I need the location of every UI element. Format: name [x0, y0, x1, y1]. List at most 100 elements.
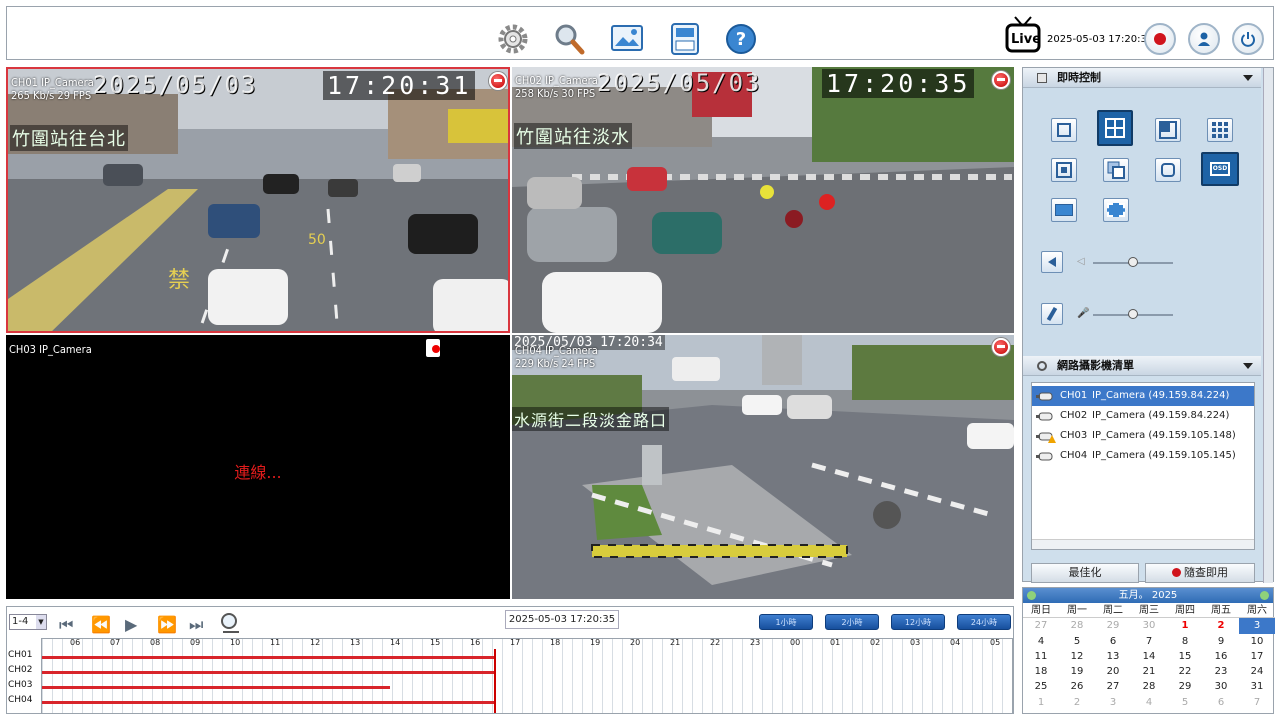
timeline-hour-label: 11: [270, 638, 281, 647]
timeline-recording-bar[interactable]: [42, 656, 494, 659]
play-icon[interactable]: ▶: [125, 615, 137, 634]
timeline-cursor[interactable]: [494, 649, 496, 713]
camera-view-ch03[interactable]: CH03 IP_Camera 連線...: [6, 335, 510, 599]
storage-icon[interactable]: [667, 21, 703, 57]
prev-month-icon[interactable]: [1027, 591, 1036, 600]
next-month-icon[interactable]: [1260, 591, 1269, 600]
camera-list-item[interactable]: CH03 IP_Camera (49.159.105.148): [1032, 426, 1254, 446]
calendar-day[interactable]: 30: [1131, 618, 1167, 633]
mic-button[interactable]: [1041, 303, 1063, 325]
panel-scrollbar[interactable]: [1263, 68, 1273, 583]
calendar-day[interactable]: 30: [1203, 679, 1239, 694]
camera-view-ch02[interactable]: 2025/05/03 17:20:35 竹圍站往淡水 CH02 IP_Camer…: [512, 67, 1014, 333]
range-button[interactable]: 2小時: [825, 614, 879, 630]
range-button[interactable]: 24小時: [957, 614, 1011, 630]
layout-4-button[interactable]: [1097, 110, 1133, 146]
calendar-day[interactable]: 3: [1095, 695, 1131, 710]
calendar-day[interactable]: 10: [1239, 634, 1275, 649]
calendar-day[interactable]: 21: [1131, 664, 1167, 679]
calendar-day[interactable]: 3: [1239, 618, 1275, 634]
search-icon[interactable]: [551, 21, 587, 57]
calendar-day[interactable]: 1: [1167, 618, 1203, 633]
horizontal-scrollbar[interactable]: [1032, 539, 1254, 549]
calendar-day[interactable]: 14: [1131, 649, 1167, 664]
layout-1-button[interactable]: [1051, 118, 1077, 142]
help-icon[interactable]: ?: [723, 21, 759, 57]
calendar-day[interactable]: 9: [1203, 634, 1239, 649]
camera-view-ch04[interactable]: 2025/05/03 17:20:34 水源街二段淡金路口 CH04 IP_Ca…: [512, 335, 1014, 599]
volume-slider-knob[interactable]: [1128, 257, 1138, 267]
calendar-day[interactable]: 6: [1203, 695, 1239, 710]
speaker-icon[interactable]: [1041, 251, 1063, 273]
calendar-day[interactable]: 27: [1023, 618, 1059, 633]
timeline-recording-bar[interactable]: [42, 671, 494, 674]
calendar-day[interactable]: 20: [1095, 664, 1131, 679]
channel-select[interactable]: 1-4 ▼: [9, 614, 47, 630]
calendar-day[interactable]: 6: [1095, 634, 1131, 649]
live-tv-icon[interactable]: Live: [1005, 15, 1041, 55]
calendar-day[interactable]: 31: [1239, 679, 1275, 694]
calendar-day[interactable]: 1: [1023, 695, 1059, 710]
instant-play-button[interactable]: 隨查即用: [1145, 563, 1255, 583]
calendar-day[interactable]: 13: [1095, 649, 1131, 664]
calendar-day[interactable]: 26: [1059, 679, 1095, 694]
film-button[interactable]: [1103, 198, 1129, 222]
screen-button[interactable]: [1051, 198, 1077, 222]
calendar-day[interactable]: 16: [1203, 649, 1239, 664]
calendar-day[interactable]: 11: [1023, 649, 1059, 664]
gear-icon[interactable]: [495, 21, 531, 57]
camera-view-ch01[interactable]: 禁 50 2025/05/03 17:20:31 竹圍站往台北 CH01 IP_…: [6, 67, 510, 333]
calendar-day[interactable]: 24: [1239, 664, 1275, 679]
calendar-day[interactable]: 2: [1203, 618, 1239, 633]
camera-list-item[interactable]: CH01 IP_Camera (49.159.84.224): [1032, 386, 1254, 406]
calendar-day[interactable]: 22: [1167, 664, 1203, 679]
osd-toggle-button[interactable]: OSD: [1201, 152, 1239, 186]
skip-end-icon[interactable]: ⏭: [189, 615, 203, 635]
timeline-recording-bar[interactable]: [42, 701, 494, 704]
live-control-header[interactable]: 即時控制: [1023, 68, 1261, 88]
calendar-day[interactable]: 28: [1059, 618, 1095, 633]
calendar-day[interactable]: 7: [1239, 695, 1275, 710]
calendar-day[interactable]: 12: [1059, 649, 1095, 664]
camera-list-item[interactable]: CH04 IP_Camera (49.159.105.145): [1032, 446, 1254, 466]
image-icon[interactable]: [609, 21, 645, 57]
calendar-day[interactable]: 29: [1095, 618, 1131, 633]
calendar-day[interactable]: 5: [1167, 695, 1203, 710]
calendar-day[interactable]: 7: [1131, 634, 1167, 649]
calendar-day[interactable]: 17: [1239, 649, 1275, 664]
fast-forward-icon[interactable]: ⏩: [157, 615, 177, 634]
rewind-icon[interactable]: ⏪: [91, 615, 111, 634]
range-button[interactable]: 1小時: [759, 614, 813, 630]
layout-9-button[interactable]: [1207, 118, 1233, 142]
camera-list-header[interactable]: 網路攝影機清單: [1023, 356, 1261, 376]
calendar-day[interactable]: 5: [1059, 634, 1095, 649]
mic-slider-knob[interactable]: [1128, 309, 1138, 319]
calendar-day[interactable]: 27: [1095, 679, 1131, 694]
calendar-day[interactable]: 2: [1059, 695, 1095, 710]
calendar-day[interactable]: 23: [1203, 664, 1239, 679]
fullscreen-button[interactable]: [1155, 158, 1181, 182]
calendar-day[interactable]: 8: [1167, 634, 1203, 649]
calendar-day[interactable]: 15: [1167, 649, 1203, 664]
timeline[interactable]: 06 07 08 09 10 11 12 13 14 15 16 17 18 19 20 21 22 23 00 01…: [8, 638, 1013, 714]
camera-list-item[interactable]: CH02 IP_Camera (49.159.84.224): [1032, 406, 1254, 426]
calendar-day[interactable]: 19: [1059, 664, 1095, 679]
cascade-button[interactable]: [1103, 158, 1129, 182]
playback-search-icon[interactable]: [219, 612, 241, 634]
calendar-day[interactable]: 18: [1023, 664, 1059, 679]
layout-6-button[interactable]: [1155, 118, 1181, 142]
record-button[interactable]: [1144, 23, 1176, 55]
playback-datetime[interactable]: 2025-05-03 17:20:35: [505, 610, 619, 629]
optimize-button[interactable]: 最佳化: [1031, 563, 1139, 583]
calendar-day[interactable]: 25: [1023, 679, 1059, 694]
calendar-day[interactable]: 29: [1167, 679, 1203, 694]
skip-start-icon[interactable]: ⏮: [59, 615, 73, 635]
expand-button[interactable]: [1051, 158, 1077, 182]
timeline-recording-bar[interactable]: [42, 686, 390, 689]
range-button[interactable]: 12小時: [891, 614, 945, 630]
calendar-day[interactable]: 4: [1131, 695, 1167, 710]
user-button[interactable]: [1188, 23, 1220, 55]
power-button[interactable]: [1232, 23, 1264, 55]
calendar-day[interactable]: 4: [1023, 634, 1059, 649]
calendar-day[interactable]: 28: [1131, 679, 1167, 694]
